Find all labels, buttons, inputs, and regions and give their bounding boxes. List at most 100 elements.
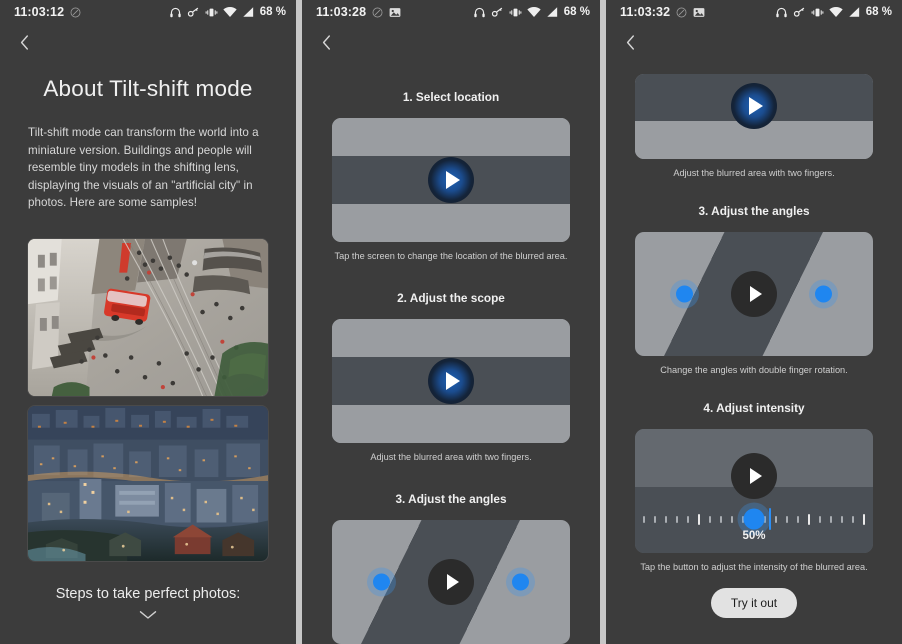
status-bar: 11:03:32 68 % [606,0,902,24]
ruler-tick [841,515,843,523]
dnd-icon [676,7,687,18]
phone-screen-steps-top: 11:03:28 68 % 1. Select location Tap the… [302,0,600,644]
blur-band-bottom [332,405,570,443]
signal-icon [242,6,254,18]
image-icon [389,7,401,18]
chevron-down-icon[interactable] [0,610,296,620]
status-bar-left: 11:03:12 [14,5,81,19]
phone-screen-steps-bottom: 11:03:32 68 % Adjust the blurred area wi… [606,0,902,644]
angle-handle-left[interactable] [676,285,693,303]
ruler-tick [797,515,799,523]
nav-bar [0,24,296,60]
step-2-caption: Adjust the blurred area with two fingers… [370,452,532,462]
dnd-icon [70,7,81,18]
play-icon[interactable] [428,358,474,404]
wifi-icon [829,6,843,18]
step-2-caption: Adjust the blurred area with two fingers… [673,168,835,178]
signal-icon [546,6,558,18]
try-it-out-wrap: Try it out [606,588,902,618]
signal-icon [848,6,860,18]
ruler-tick [720,515,722,523]
step-3-video-card[interactable] [635,232,873,356]
headphones-icon [169,6,182,19]
ruler-tick [786,515,788,523]
ruler-tick [643,515,645,523]
ruler-tick [830,515,832,523]
vibrate-icon [509,6,522,19]
battery-level: 68 % [259,6,286,18]
step-title-3: 3. Adjust the angles [698,204,810,218]
back-button[interactable] [13,31,35,53]
status-bar-left: 11:03:28 [316,5,401,19]
step-title-2: 2. Adjust the scope [397,291,505,305]
ruler-tick [808,513,810,525]
step-1-caption: Tap the screen to change the location of… [334,251,568,261]
status-bar: 11:03:12 68 % [0,0,296,24]
try-it-out-button[interactable]: Try it out [710,588,798,618]
ruler-tick [863,513,865,525]
vpn-key-icon [491,6,504,19]
status-bar: 11:03:28 68 % [302,0,600,24]
blur-band-top [332,319,570,357]
step-4-caption: Tap the button to adjust the intensity o… [640,562,868,572]
play-icon[interactable] [731,271,777,317]
step-title-4: 4. Adjust intensity [703,401,805,415]
step-3-caption: Change the angles with double finger rot… [660,365,848,375]
angle-handle-right[interactable] [512,573,529,591]
step-1-video-card[interactable] [332,118,570,242]
steps-list: 1. Select location Tap the screen to cha… [302,90,600,644]
headphones-icon [473,6,486,19]
steps-list: Adjust the blurred area with two fingers… [606,74,902,618]
play-icon[interactable] [731,83,777,129]
step-4-video-card[interactable]: 50% [635,429,873,553]
dnd-icon [372,7,383,18]
ruler-tick [654,515,656,523]
angle-handle-left[interactable] [373,573,390,591]
ruler-tick [775,515,777,523]
intensity-slider-thumb[interactable] [743,508,765,530]
screen-body: Adjust the blurred area with two fingers… [606,24,902,644]
step-title-1: 1. Select location [402,90,500,104]
ruler-tick [731,515,733,523]
phone-screen-about: 11:03:12 68 % About Tilt-shift mode Tilt… [0,0,296,644]
about-content: About Tilt-shift mode Tilt-shift mode ca… [0,76,296,644]
blur-band-top [332,118,570,156]
vibrate-icon [811,6,824,19]
status-bar-right: 68 % [169,6,286,19]
ruler-tick [665,515,667,523]
back-button[interactable] [315,31,337,53]
screenshot-triptych: 11:03:12 68 % About Tilt-shift mode Tilt… [0,0,902,644]
status-clock: 11:03:32 [620,5,671,19]
vibrate-icon [205,6,218,19]
status-clock: 11:03:28 [316,5,367,19]
headphones-icon [775,6,788,19]
play-icon[interactable] [731,453,777,499]
nav-bar [606,24,902,60]
screen-body: About Tilt-shift mode Tilt-shift mode ca… [0,24,296,644]
intensity-value: 50% [742,530,766,542]
nav-bar [302,24,600,60]
aerial-street-tram-photo[interactable] [27,238,269,398]
step-3-video-card[interactable] [332,520,570,644]
play-icon[interactable] [428,559,474,605]
steps-header: Steps to take perfect photos: [55,586,241,603]
ruler-tick [819,515,821,523]
ruler-tick [687,515,689,523]
ruler-tick [709,515,711,523]
step-2-video-card[interactable] [332,319,570,443]
wifi-icon [527,6,541,18]
status-bar-right: 68 % [775,6,892,19]
blur-band-bottom [332,204,570,242]
ruler-tick [698,513,700,525]
play-icon[interactable] [428,157,474,203]
step-title-3: 3. Adjust the angles [395,492,507,506]
back-button[interactable] [619,31,641,53]
vpn-key-icon [793,6,806,19]
step-2-video-card-clipped[interactable] [635,74,873,159]
angle-handle-right[interactable] [815,285,832,303]
status-bar-right: 68 % [473,6,590,19]
intro-paragraph: Tilt-shift mode can transform the world … [28,126,259,210]
battery-level: 68 % [563,6,590,18]
status-bar-left: 11:03:32 [620,5,705,19]
aerial-city-dusk-photo[interactable] [27,405,269,563]
